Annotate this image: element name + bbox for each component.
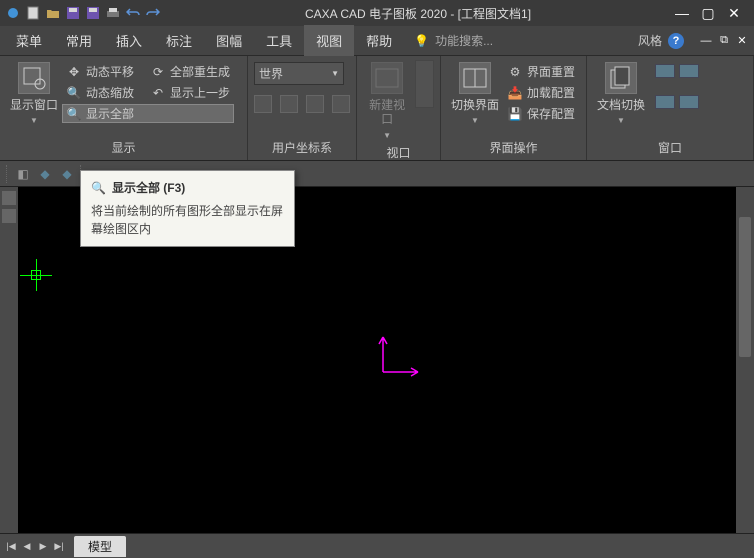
switch-interface-button[interactable]: 切换界面 ▼ (447, 60, 503, 127)
zoom-extents-icon: 🔍 (66, 106, 82, 122)
save-icon: 💾 (507, 106, 523, 122)
menu-common[interactable]: 常用 (54, 25, 104, 56)
app-icon[interactable] (4, 4, 22, 22)
new-viewport-button[interactable]: 新建视口 ▼ (363, 60, 411, 142)
tab-next-button[interactable]: ▶ (36, 539, 50, 553)
reset-interface-button[interactable]: ⚙界面重置 (503, 62, 579, 81)
left-rail (0, 187, 18, 533)
scrollbar-thumb[interactable] (739, 217, 751, 357)
menu-help[interactable]: 帮助 (354, 25, 404, 56)
new-icon[interactable] (24, 4, 42, 22)
minimize-button[interactable]: — (674, 5, 690, 21)
tile-h-button[interactable] (655, 64, 675, 78)
mdi-controls: — ⧉ ✕ (698, 33, 750, 49)
ribbon-group-viewport: 新建视口 ▼ 视口 (357, 56, 441, 160)
docs-icon (605, 62, 637, 94)
viewport-small-icons[interactable] (415, 60, 434, 108)
ucs-axis-icon (373, 332, 423, 382)
chevron-down-icon: ▼ (471, 116, 479, 125)
regen-all-button[interactable]: ⟳全部重生成 (146, 62, 234, 81)
chevron-down-icon: ▼ (30, 116, 38, 125)
save-icon-2[interactable] (84, 4, 102, 22)
mdi-close[interactable]: ✕ (734, 33, 750, 49)
menu-annotate[interactable]: 标注 (154, 25, 204, 56)
tab-last-button[interactable]: ▶| (52, 539, 66, 553)
style-selector[interactable]: 风格 ? (638, 32, 690, 49)
load-config-button[interactable]: 📥加载配置 (503, 83, 579, 102)
window-title: CAXA CAD 电子图板 2020 - [工程图文档1] (162, 5, 674, 22)
tab-prev-button[interactable]: ◀ (20, 539, 34, 553)
ucs-icon-2[interactable] (280, 95, 298, 113)
maximize-button[interactable]: ▢ (700, 5, 716, 21)
ribbon-group-ucs: 世界▼ 用户坐标系 (248, 56, 357, 160)
qb-icon-2[interactable]: ◆ (36, 165, 54, 183)
chevron-down-icon: ▼ (331, 69, 339, 78)
print-icon[interactable] (104, 4, 122, 22)
close-button[interactable]: ✕ (726, 5, 742, 21)
undo-icon[interactable] (124, 4, 142, 22)
quick-access-toolbar (4, 4, 162, 22)
bottombar: |◀ ◀ ▶ ▶| 模型 (0, 533, 754, 558)
ribbon-group-interface: 切换界面 ▼ ⚙界面重置 📥加载配置 💾保存配置 界面操作 (441, 56, 587, 160)
titlebar: CAXA CAD 电子图板 2020 - [工程图文档1] — ▢ ✕ (0, 0, 754, 26)
zoom-icon: 🔍 (66, 85, 82, 101)
mdi-minimize[interactable]: — (698, 33, 714, 49)
switch-icon (459, 62, 491, 94)
zoom-previous-button[interactable]: ↶显示上一步 (146, 83, 234, 102)
tooltip: 🔍显示全部 (F3) 将当前绘制的所有图形全部显示在屏幕绘图区内 (80, 170, 295, 247)
zoom-all-button[interactable]: 🔍显示全部 (62, 104, 234, 123)
tab-first-button[interactable]: |◀ (4, 539, 18, 553)
ucs-icon-3[interactable] (306, 95, 324, 113)
ucs-dropdown[interactable]: 世界▼ (254, 62, 344, 85)
save-icon[interactable] (64, 4, 82, 22)
menu-tools[interactable]: 工具 (254, 25, 304, 56)
feature-search[interactable]: 💡 功能搜索... (414, 32, 493, 49)
vertical-scrollbar[interactable] (736, 187, 754, 533)
pan-button[interactable]: ✥动态平移 (62, 62, 138, 81)
ribbon-group-window: 文档切换 ▼ 窗口 (587, 56, 754, 160)
pan-icon: ✥ (66, 64, 82, 80)
save-config-button[interactable]: 💾保存配置 (503, 104, 579, 123)
ucs-icon-4[interactable] (332, 95, 350, 113)
viewport-icon (371, 62, 403, 94)
tab-nav: |◀ ◀ ▶ ▶| (4, 539, 66, 553)
menubar: 菜单 常用 插入 标注 图幅 工具 视图 帮助 💡 功能搜索... 风格 ? —… (0, 26, 754, 56)
mdi-restore[interactable]: ⧉ (716, 33, 732, 49)
window-controls: — ▢ ✕ (674, 5, 750, 21)
qb-icon-1[interactable]: ◧ (14, 165, 32, 183)
rail-icon-2[interactable] (2, 209, 16, 223)
show-window-button[interactable]: 显示窗口 ▼ (6, 60, 62, 127)
help-icon[interactable]: ? (668, 33, 684, 49)
menu-insert[interactable]: 插入 (104, 25, 154, 56)
menu-frame[interactable]: 图幅 (204, 25, 254, 56)
zoom-window-icon (18, 62, 50, 94)
qb-icon-3[interactable]: ◆ (58, 165, 76, 183)
ucs-icon-1[interactable] (254, 95, 272, 113)
rail-icon-1[interactable] (2, 191, 16, 205)
zoom-all-icon: 🔍 (91, 181, 106, 195)
redo-icon[interactable] (144, 4, 162, 22)
arrange-button[interactable] (679, 95, 699, 109)
bulb-icon: 💡 (414, 34, 429, 48)
tile-v-button[interactable] (655, 95, 675, 109)
zoom-dynamic-button[interactable]: 🔍动态缩放 (62, 83, 138, 102)
prev-icon: ↶ (150, 85, 166, 101)
model-tab[interactable]: 模型 (74, 536, 126, 557)
refresh-icon: ⟳ (150, 64, 166, 80)
switch-doc-button[interactable]: 文档切换 ▼ (593, 60, 649, 127)
open-icon[interactable] (44, 4, 62, 22)
load-icon: 📥 (507, 85, 523, 101)
chevron-down-icon: ▼ (617, 116, 625, 125)
chevron-down-icon: ▼ (383, 131, 391, 140)
menu-view[interactable]: 视图 (304, 25, 354, 56)
cascade-button[interactable] (679, 64, 699, 78)
ribbon: 显示窗口 ▼ ✥动态平移 ⟳全部重生成 🔍动态缩放 ↶显示上一步 🔍显示全部 显… (0, 56, 754, 161)
reset-icon: ⚙ (507, 64, 523, 80)
ribbon-group-display: 显示窗口 ▼ ✥动态平移 ⟳全部重生成 🔍动态缩放 ↶显示上一步 🔍显示全部 显… (0, 56, 248, 160)
menu-main[interactable]: 菜单 (4, 25, 54, 56)
